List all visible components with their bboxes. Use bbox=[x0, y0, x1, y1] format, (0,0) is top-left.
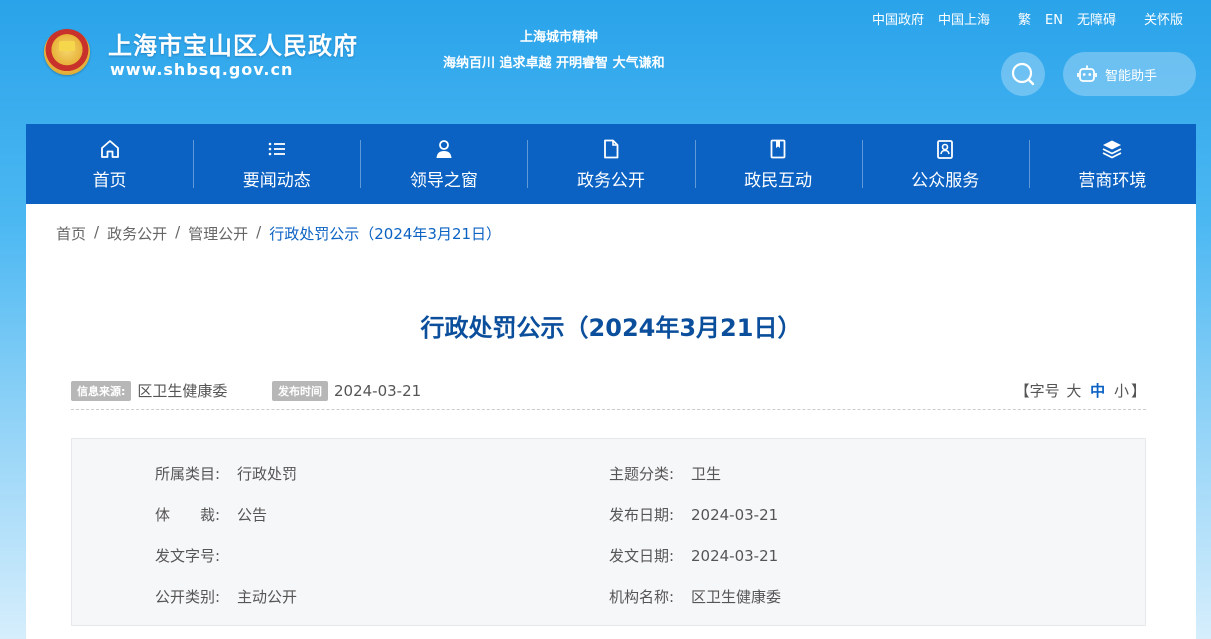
document-icon bbox=[604, 139, 619, 158]
nav-item-interaction[interactable]: 政民互动 bbox=[694, 124, 862, 204]
nav-label: 领导之窗 bbox=[409, 170, 478, 191]
font-size-medium-button[interactable]: 中 bbox=[1090, 382, 1105, 400]
nav-label: 公众服务 bbox=[911, 170, 980, 191]
link-care-version[interactable]: 关怀版 bbox=[1144, 12, 1183, 30]
date-tag: 发布时间 bbox=[272, 380, 328, 401]
info-key: 发文字号: bbox=[155, 547, 221, 565]
info-value: 卫生 bbox=[691, 465, 722, 483]
national-emblem-icon bbox=[44, 29, 90, 75]
info-agency: 机构名称: 区卫生健康委 bbox=[609, 586, 781, 607]
font-size-large-button[interactable]: 大 bbox=[1066, 382, 1081, 400]
info-issue-date: 发文日期: 2024-03-21 bbox=[609, 545, 778, 566]
info-key: 所属类目: bbox=[155, 465, 221, 483]
assistant-label: 智能助手 bbox=[1105, 68, 1158, 84]
info-category: 所属类目: 行政处罚 bbox=[155, 463, 297, 484]
link-accessibility[interactable]: 无障碍 bbox=[1077, 12, 1116, 30]
info-value: 区卫生健康委 bbox=[691, 588, 782, 606]
layers-icon bbox=[1103, 140, 1122, 158]
service-icon bbox=[937, 139, 954, 159]
city-spirit-title: 上海城市精神 bbox=[520, 30, 599, 45]
link-china-shanghai[interactable]: 中国上海 bbox=[938, 12, 990, 30]
font-size-control: 【字号 大 中 小】 bbox=[1015, 380, 1146, 401]
info-value: 2024-03-21 bbox=[691, 547, 779, 565]
main-nav: 首页 要闻动态 领导之窗 政务公开 政民互动 公众服务 营商环境 bbox=[26, 124, 1196, 204]
date-value: 2024-03-21 bbox=[334, 381, 422, 400]
search-button[interactable] bbox=[1001, 52, 1045, 96]
breadcrumb-current[interactable]: 行政处罚公示（2024年3月21日） bbox=[269, 223, 501, 244]
info-key: 机构名称: bbox=[609, 588, 675, 606]
source-tag: 信息来源: bbox=[71, 380, 132, 401]
info-topic: 主题分类: 卫生 bbox=[609, 463, 721, 484]
article-meta: 信息来源: 区卫生健康委 发布时间 2024-03-21 【字号 大 中 小】 bbox=[71, 378, 1146, 410]
link-traditional-chinese[interactable]: 繁 bbox=[1018, 12, 1031, 30]
font-size-small-button[interactable]: 小 bbox=[1114, 382, 1129, 400]
breadcrumb-gov-affairs[interactable]: 政务公开 bbox=[107, 223, 167, 244]
site-title[interactable]: 上海市宝山区人民政府 bbox=[108, 26, 358, 61]
nav-label: 要闻动态 bbox=[242, 170, 311, 191]
breadcrumb-separator: / bbox=[256, 223, 262, 241]
nav-item-gov-affairs[interactable]: 政务公开 bbox=[527, 124, 694, 204]
info-value: 2024-03-21 bbox=[691, 506, 779, 524]
city-spirit-text: 海纳百川 追求卓越 开明睿智 大气谦和 bbox=[443, 56, 665, 71]
info-value: 公告 bbox=[237, 506, 268, 524]
nav-label: 政民互动 bbox=[744, 170, 813, 191]
nav-label: 首页 bbox=[92, 170, 127, 191]
info-genre: 体 裁: 公告 bbox=[155, 504, 267, 525]
nav-label: 政务公开 bbox=[576, 170, 645, 191]
breadcrumb-separator: / bbox=[94, 223, 100, 241]
info-key: 发布日期: bbox=[609, 506, 675, 524]
info-key: 主题分类: bbox=[609, 465, 675, 483]
top-links: 中国政府 中国上海 繁 EN 无障碍 关怀版 bbox=[858, 12, 1183, 30]
info-publish-date: 发布日期: 2024-03-21 bbox=[609, 504, 778, 525]
site-url: www.shbsq.gov.cn bbox=[110, 60, 294, 79]
nav-item-home[interactable]: 首页 bbox=[26, 124, 193, 204]
font-size-close: 】 bbox=[1130, 382, 1146, 400]
search-icon bbox=[1011, 62, 1035, 86]
nav-item-leaders[interactable]: 领导之窗 bbox=[360, 124, 527, 204]
breadcrumb-separator: / bbox=[175, 223, 181, 241]
info-key: 发文日期: bbox=[609, 547, 675, 565]
info-disclosure-type: 公开类别: 主动公开 bbox=[155, 586, 297, 607]
list-icon bbox=[268, 142, 285, 155]
font-size-open: 【字号 bbox=[1014, 382, 1060, 400]
smart-assistant-button[interactable]: 智能助手 bbox=[1063, 52, 1196, 96]
nav-item-business[interactable]: 营商环境 bbox=[1028, 124, 1196, 204]
breadcrumb: 首页 / 政务公开 / 管理公开 / 行政处罚公示（2024年3月21日） bbox=[56, 223, 501, 244]
info-value: 主动公开 bbox=[237, 588, 298, 606]
bookmark-icon bbox=[770, 139, 786, 158]
link-english[interactable]: EN bbox=[1045, 12, 1063, 30]
home-icon bbox=[100, 139, 119, 158]
document-info-box: 所属类目: 行政处罚 主题分类: 卫生 体 裁: 公告 发布日期: 2024-03-21… bbox=[71, 438, 1146, 626]
date-meta: 发布时间 2024-03-21 bbox=[272, 380, 421, 401]
person-icon bbox=[436, 139, 452, 158]
breadcrumb-home[interactable]: 首页 bbox=[56, 223, 86, 244]
source-meta: 信息来源: 区卫生健康委 bbox=[71, 380, 227, 401]
site-header: 上海市宝山区人民政府 www.shbsq.gov.cn 上海城市精神 海纳百川 … bbox=[0, 0, 1211, 124]
info-key: 体 裁: bbox=[155, 506, 221, 524]
info-doc-number: 发文字号: bbox=[155, 545, 237, 566]
source-value: 区卫生健康委 bbox=[137, 382, 228, 400]
main-content: 首页 / 政务公开 / 管理公开 / 行政处罚公示（2024年3月21日） 行政… bbox=[26, 204, 1196, 639]
link-china-gov[interactable]: 中国政府 bbox=[872, 12, 924, 30]
info-key: 公开类别: bbox=[155, 588, 221, 606]
nav-label: 营商环境 bbox=[1078, 170, 1147, 191]
nav-item-public-service[interactable]: 公众服务 bbox=[861, 124, 1029, 204]
info-value: 行政处罚 bbox=[237, 465, 298, 483]
nav-item-news[interactable]: 要闻动态 bbox=[193, 124, 360, 204]
robot-icon bbox=[1077, 65, 1097, 82]
page-title: 行政处罚公示（2024年3月21日） bbox=[420, 314, 802, 342]
breadcrumb-management[interactable]: 管理公开 bbox=[188, 223, 248, 244]
